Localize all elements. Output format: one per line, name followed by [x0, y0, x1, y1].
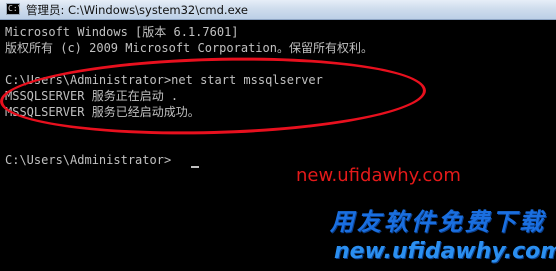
cmd-icon-glyph: C:\ — [8, 4, 23, 13]
cmd-icon[interactable]: C:\ — [6, 3, 23, 15]
watermark-url: new.ufidawhy.com — [296, 165, 461, 186]
watermark-brand: 用友软件免费下载 — [330, 208, 546, 236]
console-line: 版权所有 (c) 2009 Microsoft Corporation。保留所有… — [5, 41, 373, 55]
console-prompt: C:\Users\Administrator> — [5, 153, 172, 167]
text-cursor — [191, 166, 199, 168]
console-line: Microsoft Windows [版本 6.1.7601] — [5, 25, 239, 39]
title-bar[interactable]: C:\ 管理员: C:\Windows\system32\cmd.exe — [0, 0, 556, 20]
cmd-window: C:\ 管理员: C:\Windows\system32\cmd.exe Mic… — [0, 0, 556, 271]
watermark-url-bottom: new.ufidawhy.com — [334, 239, 556, 264]
window-title: 管理员: C:\Windows\system32\cmd.exe — [26, 3, 248, 17]
